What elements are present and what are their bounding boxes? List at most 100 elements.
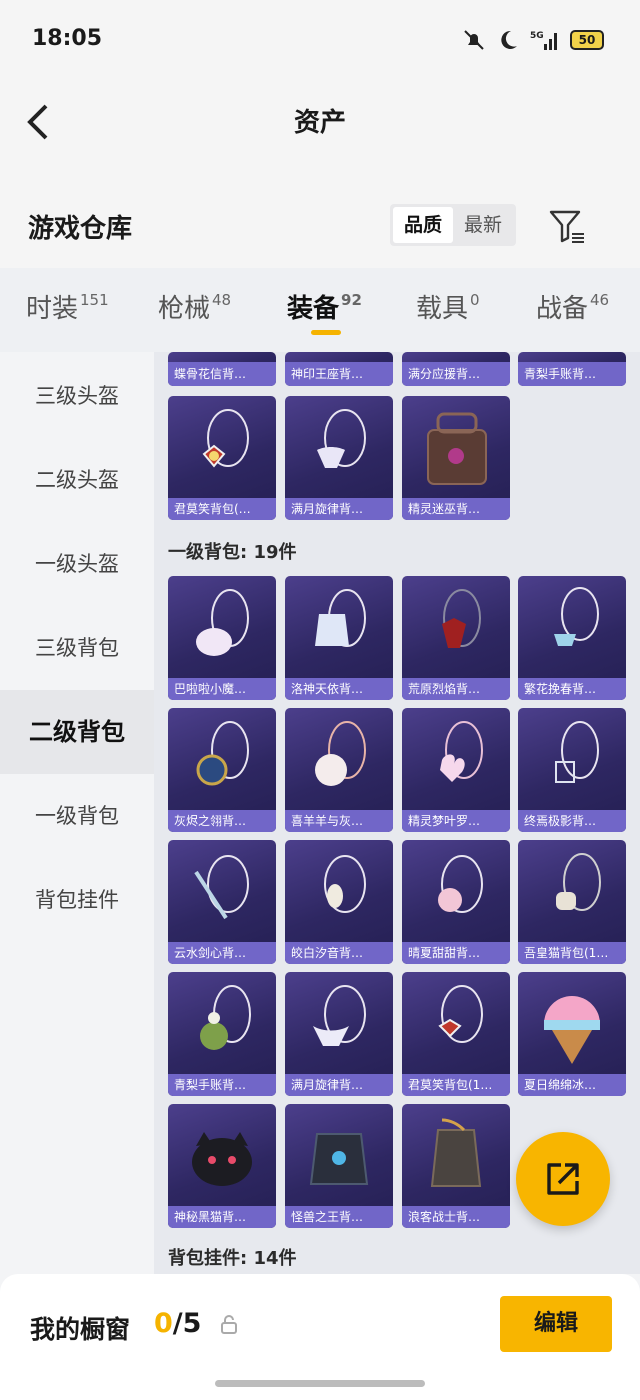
sidebar-item-backpack-3[interactable]: 三级背包 <box>0 606 154 690</box>
item-card[interactable]: 繁花挽春背… <box>518 576 626 700</box>
backpack-icon <box>440 721 483 782</box>
backpack-icon <box>200 985 251 1050</box>
sidebar-item-backpack-charm[interactable]: 背包挂件 <box>0 858 154 942</box>
item-card[interactable]: 精灵迷巫背… <box>402 396 510 520</box>
item-name: 君莫笑背包(… <box>168 498 276 520</box>
status-bar: 18:05 5G 50 <box>0 0 640 80</box>
item-card[interactable]: 神印王座背… <box>285 352 393 386</box>
item-name: 繁花挽春背… <box>518 678 626 700</box>
status-icons: 5G 50 <box>462 28 604 52</box>
item-name: 吾皇猫背包(1… <box>518 942 626 964</box>
item-card[interactable]: 皎白汐音背… <box>285 840 393 964</box>
home-indicator <box>215 1380 425 1387</box>
backpack-icon <box>313 985 366 1046</box>
item-card[interactable]: 神秘黑猫背… <box>168 1104 276 1228</box>
sidebar-item-backpack-2[interactable]: 二级背包 <box>0 690 154 774</box>
item-name: 神印王座背… <box>285 362 393 386</box>
item-name: 满月旋律背… <box>285 1074 393 1096</box>
item-card[interactable]: 君莫笑背包(… <box>168 396 276 520</box>
item-name: 精灵梦叶罗… <box>402 810 510 832</box>
item-name: 青梨手账背… <box>168 1074 276 1096</box>
svg-text:5G: 5G <box>530 31 544 41</box>
tab-fashion[interactable]: 时装 151 <box>26 288 109 325</box>
item-card[interactable]: 浪客战士背… <box>402 1104 510 1228</box>
moon-icon <box>501 30 517 49</box>
item-card[interactable]: 喜羊羊与灰… <box>285 708 393 832</box>
item-name: 青梨手账背… <box>518 362 626 386</box>
backpack-icon <box>196 721 249 786</box>
filter-icon[interactable] <box>548 208 586 246</box>
app-header: 资产 <box>0 80 640 168</box>
backpack-icon <box>202 409 249 468</box>
battery-icon: 50 <box>570 30 604 50</box>
item-name: 荒原烈焰背… <box>402 678 510 700</box>
backpack-icon <box>309 1133 369 1185</box>
sidebar-item-backpack-1[interactable]: 一级背包 <box>0 774 154 858</box>
section-title: 一级背包: 19件 <box>168 542 297 563</box>
backpack-icon <box>554 587 599 646</box>
share-button[interactable] <box>516 1132 610 1226</box>
item-card[interactable]: 满月旋律背… <box>285 972 393 1096</box>
item-card[interactable]: 巴啦啦小魔… <box>168 576 276 700</box>
bell-muted-icon <box>464 30 484 50</box>
sidebar: 三级头盔 二级头盔 一级头盔 三级背包 二级背包 一级背包 背包挂件 <box>0 352 154 1274</box>
backpack-icon <box>317 409 366 468</box>
item-card[interactable]: 君莫笑背包(1… <box>402 972 510 1096</box>
item-card[interactable]: 青梨手账背… <box>168 972 276 1096</box>
item-card[interactable]: 满分应援背… <box>402 352 510 386</box>
active-tab-indicator <box>311 330 341 335</box>
item-card[interactable]: 蝶骨花信背… <box>168 352 276 386</box>
backpack-icon <box>438 855 483 913</box>
item-card[interactable]: 怪兽之王背… <box>285 1104 393 1228</box>
backpack-icon <box>544 996 600 1064</box>
tab-supplies[interactable]: 战备 46 <box>536 288 609 325</box>
backpack-icon <box>427 412 487 485</box>
item-name: 神秘黑猫背… <box>168 1206 276 1228</box>
sidebar-item-helmet-2[interactable]: 二级头盔 <box>0 438 154 522</box>
item-card[interactable]: 满月旋律背… <box>285 396 393 520</box>
item-card[interactable]: 终焉极影背… <box>518 708 626 832</box>
item-name: 皎白汐音背… <box>285 942 393 964</box>
backpack-icon <box>555 721 599 783</box>
item-card[interactable]: 云水剑心背… <box>168 840 276 964</box>
signal-icon: 5G <box>530 31 557 50</box>
showcase-bar: 我的橱窗 0/5 编辑 <box>0 1274 640 1400</box>
backpack-icon <box>438 985 483 1043</box>
item-name: 喜羊羊与灰… <box>285 810 393 832</box>
sidebar-item-helmet-3[interactable]: 三级头盔 <box>0 354 154 438</box>
section-title: 背包挂件: 14件 <box>168 1248 297 1269</box>
item-name: 怪兽之王背… <box>285 1206 393 1228</box>
item-card[interactable]: 青梨手账背… <box>518 352 626 386</box>
warehouse-header: 游戏仓库 品质 最新 <box>0 168 640 268</box>
backpack-icon <box>194 855 249 920</box>
lock-icon <box>221 1315 237 1334</box>
backpack-icon <box>315 721 366 786</box>
item-name: 浪客战士背… <box>402 1206 510 1228</box>
tab-vehicles[interactable]: 载具 0 <box>416 288 480 325</box>
item-card[interactable]: 灰烬之翎背… <box>168 708 276 832</box>
sort-latest-button[interactable]: 最新 <box>453 207 513 243</box>
item-card[interactable]: 荒原烈焰背… <box>402 576 510 700</box>
item-name: 晴夏甜甜背… <box>402 942 510 964</box>
item-name: 终焉极影背… <box>518 810 626 832</box>
item-name: 满月旋律背… <box>285 498 393 520</box>
item-card[interactable]: 洛神天依背… <box>285 576 393 700</box>
item-name: 蝶骨花信背… <box>168 362 276 386</box>
item-card[interactable]: 精灵梦叶罗… <box>402 708 510 832</box>
item-name: 君莫笑背包(1… <box>402 1074 510 1096</box>
sort-quality-button[interactable]: 品质 <box>393 207 453 243</box>
status-time: 18:05 <box>32 26 103 51</box>
page-title: 资产 <box>293 108 346 138</box>
item-card[interactable]: 夏日绵绵冰… <box>518 972 626 1096</box>
backpack-icon <box>324 855 366 913</box>
sidebar-item-helmet-1[interactable]: 一级头盔 <box>0 522 154 606</box>
edit-button[interactable]: 编辑 <box>500 1296 612 1352</box>
tab-equipment[interactable]: 装备 92 <box>287 288 362 335</box>
sort-toggle: 品质 最新 <box>390 204 516 246</box>
item-name: 灰烬之翎背… <box>168 810 276 832</box>
item-card[interactable]: 吾皇猫背包(1… <box>518 840 626 964</box>
item-card[interactable]: 晴夏甜甜背… <box>402 840 510 964</box>
tab-guns[interactable]: 枪械 48 <box>158 288 231 325</box>
backpack-icon <box>196 589 249 656</box>
showcase-title: 我的橱窗 <box>30 1315 131 1344</box>
